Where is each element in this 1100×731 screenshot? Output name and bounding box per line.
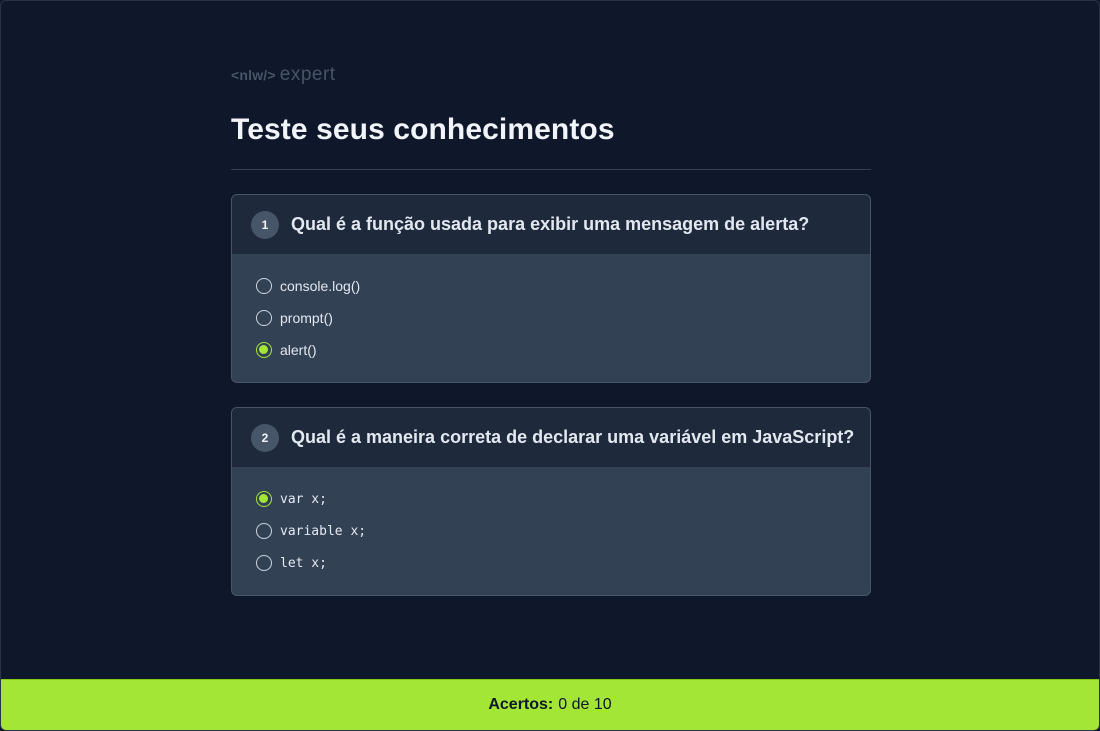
radio-button[interactable]: [256, 555, 272, 571]
radio-button-selected[interactable]: [256, 491, 272, 507]
answer-option[interactable]: var x;: [256, 483, 846, 515]
answer-label: let x;: [280, 555, 327, 571]
question-number-badge: 2: [251, 423, 279, 452]
radio-button[interactable]: [256, 523, 272, 539]
question-number-badge: 1: [251, 210, 279, 239]
radio-button-selected[interactable]: [256, 342, 272, 358]
answer-option[interactable]: alert(): [256, 334, 846, 366]
score-label: Acertos:: [488, 696, 554, 713]
radio-button[interactable]: [256, 310, 272, 326]
answer-label: alert(): [280, 342, 317, 358]
score-footer: Acertos: 0 de 10: [1, 679, 1099, 730]
answer-option[interactable]: console.log(): [256, 270, 846, 302]
answer-option[interactable]: let x;: [256, 547, 846, 579]
answer-list: var x; variable x; let x;: [232, 467, 870, 595]
quiz-container: <nlw/> expert Teste seus conhecimentos 1…: [231, 63, 871, 596]
logo: <nlw/> expert: [231, 63, 871, 87]
answer-label: variable x;: [280, 523, 367, 539]
question-text: Qual é a maneira correta de declarar uma…: [291, 427, 855, 447]
answer-label: prompt(): [280, 310, 333, 326]
divider: [231, 169, 871, 170]
answer-label: console.log(): [280, 278, 361, 294]
question-card: 1 Qual é a função usada para exibir uma …: [231, 194, 871, 383]
question-header: 1 Qual é a função usada para exibir uma …: [232, 195, 870, 254]
radio-button[interactable]: [256, 278, 272, 294]
logo-word: expert: [279, 64, 336, 85]
answer-option[interactable]: prompt(): [256, 302, 846, 334]
app-window: <nlw/> expert Teste seus conhecimentos 1…: [0, 0, 1100, 731]
logo-tag: <nlw/>: [231, 67, 276, 83]
question-text: Qual é a função usada para exibir uma me…: [291, 214, 810, 234]
question-header: 2 Qual é a maneira correta de declarar u…: [232, 408, 870, 467]
question-card: 2 Qual é a maneira correta de declarar u…: [231, 407, 871, 596]
score-value: 0 de 10: [558, 696, 612, 713]
page-title: Teste seus conhecimentos: [231, 113, 615, 146]
answer-option[interactable]: variable x;: [256, 515, 846, 547]
answer-label: var x;: [280, 491, 327, 507]
answer-list: console.log() prompt() alert(): [232, 254, 870, 382]
